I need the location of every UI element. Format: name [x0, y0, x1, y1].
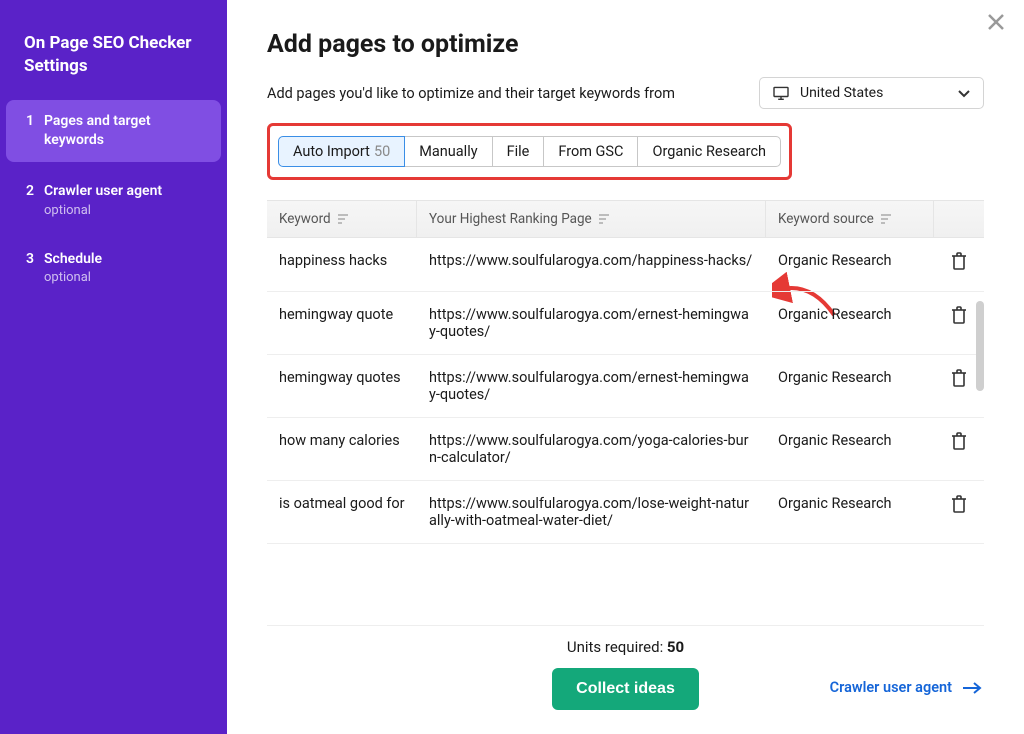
step-number: 2	[26, 182, 44, 199]
tab-label: File	[507, 143, 530, 160]
cell-source: Organic Research	[766, 238, 934, 291]
main-panel: Add pages to optimize Add pages you'd li…	[227, 0, 1024, 734]
country-label: United States	[800, 85, 957, 101]
close-icon[interactable]	[984, 10, 1008, 34]
table-header-row: Keyword Your Highest Ranking Page Keywor…	[267, 201, 984, 238]
delete-icon[interactable]	[951, 432, 967, 450]
cell-page-url: https://www.soulfularogya.com/lose-weigh…	[417, 481, 766, 543]
table-row: is oatmeal good forhttps://www.soulfular…	[267, 481, 984, 544]
col-header-keyword[interactable]: Keyword	[267, 201, 417, 237]
col-header-keyword-label: Keyword	[279, 211, 331, 227]
monitor-icon	[772, 86, 790, 100]
cell-keyword: how many calories	[267, 418, 417, 480]
step-number: 3	[26, 250, 44, 267]
table-row: hemingway quoteshttps://www.soulfularogy…	[267, 355, 984, 418]
col-header-page[interactable]: Your Highest Ranking Page	[417, 201, 766, 237]
tab-label: Auto Import	[293, 143, 370, 160]
cell-keyword: happiness hacks	[267, 238, 417, 291]
next-step-label: Crawler user agent	[830, 679, 952, 696]
tab-label: Organic Research	[652, 143, 766, 160]
sidebar: On Page SEO Checker Settings 1Pages and …	[0, 0, 227, 734]
step-number: 1	[26, 112, 44, 129]
delete-icon[interactable]	[951, 495, 967, 513]
col-header-source[interactable]: Keyword source	[766, 201, 934, 237]
chevron-down-icon	[957, 86, 971, 100]
sort-icon	[598, 214, 610, 224]
cell-source: Organic Research	[766, 355, 934, 417]
scrollbar-thumb[interactable]	[976, 301, 984, 391]
units-value: 50	[667, 638, 684, 656]
sidebar-step-3[interactable]: 3Scheduleoptional	[6, 238, 221, 298]
tab-label: From GSC	[558, 143, 623, 160]
page-title: Add pages to optimize	[267, 30, 984, 59]
cell-source: Organic Research	[766, 481, 934, 543]
tab-count: 50	[374, 143, 390, 160]
tab-manually[interactable]: Manually	[404, 136, 492, 167]
country-select[interactable]: United States	[759, 77, 984, 109]
delete-icon[interactable]	[951, 252, 967, 270]
step-sublabel: optional	[44, 270, 205, 285]
sidebar-step-1[interactable]: 1Pages and target keywords	[6, 100, 221, 162]
collect-ideas-button[interactable]: Collect ideas	[552, 668, 699, 710]
scrollbar-track[interactable]	[976, 301, 984, 481]
cell-source: Organic Research	[766, 418, 934, 480]
tab-organic-research[interactable]: Organic Research	[637, 136, 781, 167]
step-label: Schedule	[44, 250, 205, 269]
table-row: happiness hackshttps://www.soulfularogya…	[267, 238, 984, 292]
arrow-right-icon	[962, 682, 982, 694]
tab-file[interactable]: File	[492, 136, 545, 167]
cell-keyword: is oatmeal good for	[267, 481, 417, 543]
units-label: Units required:	[567, 638, 667, 656]
next-step-link[interactable]: Crawler user agent	[830, 679, 982, 696]
cell-keyword: hemingway quote	[267, 292, 417, 354]
delete-icon[interactable]	[951, 306, 967, 324]
cell-page-url: https://www.soulfularogya.com/ernest-hem…	[417, 355, 766, 417]
tab-from-gsc[interactable]: From GSC	[543, 136, 638, 167]
tab-label: Manually	[419, 143, 477, 160]
step-label: Crawler user agent	[44, 182, 205, 201]
cell-page-url: https://www.soulfularogya.com/ernest-hem…	[417, 292, 766, 354]
step-sublabel: optional	[44, 203, 205, 218]
cell-keyword: hemingway quotes	[267, 355, 417, 417]
keyword-table: Keyword Your Highest Ranking Page Keywor…	[267, 200, 984, 619]
col-header-page-label: Your Highest Ranking Page	[429, 211, 592, 227]
sort-icon	[337, 214, 349, 224]
col-header-actions	[934, 201, 984, 237]
sidebar-step-2[interactable]: 2Crawler user agent optional	[6, 170, 221, 230]
tabs-highlight-frame: Auto Import50 Manually File From GSC Organic…	[267, 123, 792, 180]
footer: Units required: 50 Collect ideas Crawler…	[267, 625, 984, 714]
sort-icon	[880, 214, 892, 224]
source-tabs: Auto Import50 Manually File From GSC Organic…	[278, 136, 781, 167]
cell-page-url: https://www.soulfularogya.com/yoga-calor…	[417, 418, 766, 480]
step-label: Pages and target keywords	[44, 112, 205, 150]
subtitle-row: Add pages you'd like to optimize and the…	[267, 77, 984, 109]
units-required: Units required: 50	[267, 638, 984, 656]
delete-icon[interactable]	[951, 369, 967, 387]
cell-page-url: https://www.soulfularogya.com/happiness-…	[417, 238, 766, 291]
cell-source: Organic Research	[766, 292, 934, 354]
table-row: how many calorieshttps://www.soulfularog…	[267, 418, 984, 481]
page-subtitle: Add pages you'd like to optimize and the…	[267, 85, 675, 102]
col-header-source-label: Keyword source	[778, 211, 874, 227]
table-row: hemingway quotehttps://www.soulfularogya…	[267, 292, 984, 355]
tab-auto-import[interactable]: Auto Import50	[278, 136, 405, 167]
sidebar-title: On Page SEO Checker Settings	[0, 32, 227, 100]
